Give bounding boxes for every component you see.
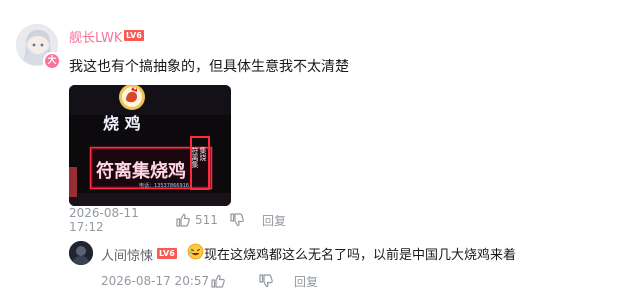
reply-level-badge: LV6: [157, 248, 177, 259]
comment-time: 2026-08-11 17:12: [69, 206, 139, 234]
reply-username[interactable]: 人间惊悚: [101, 245, 153, 264]
sign-phone-text: 电话：13537866916: [139, 182, 189, 189]
reply-avatar[interactable]: [69, 241, 93, 265]
reply-time: 2026-08-17 20:57: [101, 274, 210, 288]
sign-side-text: 符离集: [191, 146, 199, 169]
reply-meta: 2026-08-17 20:57 回复: [101, 273, 318, 289]
dark-avatar-icon: [69, 241, 93, 265]
vip-badge: 大: [43, 52, 61, 70]
sign-side-text-2: 集烧: [199, 146, 207, 162]
reply-button[interactable]: 回复: [262, 212, 286, 229]
comment-username[interactable]: 舰长LWK: [69, 27, 122, 46]
comment-image[interactable]: 烧 鸡 符离集烧鸡 电话：13537866916 符离集 集烧: [69, 85, 231, 206]
thumbs-down-icon[interactable]: [258, 273, 274, 289]
comment-meta: 2026-08-11 17:12 511 回复: [69, 206, 286, 234]
comment-text: 我这也有个搞抽象的，但具体生意我不太清楚: [69, 59, 349, 75]
neon-shop-sign-photo: 烧 鸡 符离集烧鸡 电话：13537866916 符离集 集烧: [69, 85, 231, 206]
thumbs-up-icon[interactable]: [175, 212, 191, 228]
thumbs-down-icon[interactable]: [229, 212, 245, 228]
reply-button[interactable]: 回复: [294, 273, 318, 290]
laughing-emoji-icon: [187, 243, 204, 260]
reply-text: 现在这烧鸡都这么无名了吗，以前是中国几大烧鸡来着: [204, 248, 517, 263]
sign-top-text: 烧 鸡: [103, 114, 141, 133]
comment-avatar[interactable]: 大: [16, 24, 61, 70]
sign-main-text: 符离集烧鸡: [96, 160, 186, 182]
like-count: 511: [195, 213, 218, 227]
thumbs-up-icon[interactable]: [210, 273, 226, 289]
level-badge: LV6: [124, 30, 144, 41]
